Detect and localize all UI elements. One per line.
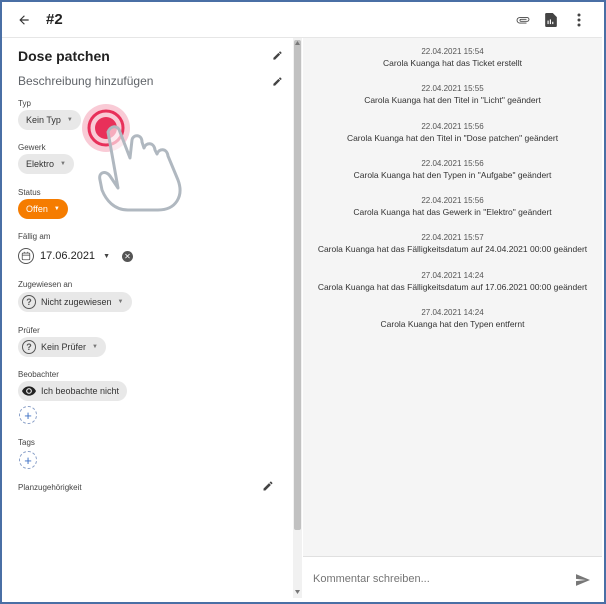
log-entry: 27.04.2021 14:24 Carola Kuanga hat das F… [303, 271, 602, 292]
calendar-clock-icon [18, 248, 34, 264]
log-text: Carola Kuanga hat den Typen entfernt [380, 319, 525, 329]
tags-label: Tags [18, 438, 35, 447]
chevron-down-icon: ▼ [66, 117, 73, 123]
observer-label: Beobachter [18, 370, 59, 379]
description-field[interactable]: Beschreibung hinzufügen [18, 74, 153, 88]
status-label: Status [18, 188, 41, 197]
log-entry: 22.04.2021 15:54 Carola Kuanga hat das T… [303, 47, 602, 68]
plus-icon: + [24, 407, 32, 423]
question-circle-icon: ? [22, 295, 36, 309]
plus-icon: + [24, 452, 32, 468]
pencil-icon [263, 481, 273, 491]
pdf-file-icon [545, 12, 557, 27]
assigned-label: Zugewiesen an [18, 280, 73, 289]
question-circle-icon: ? [22, 340, 36, 354]
ticket-header: #2 [2, 2, 602, 38]
edit-plan-button[interactable] [262, 479, 274, 491]
status-value: Offen [26, 204, 48, 214]
due-label: Fällig am [18, 232, 51, 241]
pdf-export-button[interactable] [544, 12, 558, 27]
chevron-down-icon: ▼ [117, 299, 124, 305]
edit-title-button[interactable] [272, 48, 284, 60]
status-chip[interactable]: Offen ▼ [18, 199, 68, 219]
reviewer-value: Kein Prüfer [41, 342, 87, 352]
log-timestamp: 22.04.2021 15:56 [421, 159, 484, 168]
reviewer-chip[interactable]: ? Kein Prüfer ▼ [18, 337, 106, 357]
ticket-number: #2 [46, 11, 63, 28]
arrow-left-icon [19, 14, 29, 25]
reviewer-label: Prüfer [18, 326, 40, 335]
log-timestamp: 27.04.2021 14:24 [421, 308, 484, 317]
due-date-value: 17.06.2021 [40, 250, 96, 262]
close-circle-icon[interactable]: ✕ [122, 250, 133, 262]
chevron-down-icon: ▼ [92, 344, 98, 350]
due-date-picker[interactable]: 17.06.2021 ▼ ✕ [18, 246, 133, 266]
log-entry: 22.04.2021 15:55 Carola Kuanga hat den T… [303, 84, 602, 105]
observer-chip[interactable]: Ich beobachte nicht [18, 381, 128, 401]
type-label: Typ [18, 99, 31, 108]
log-timestamp: 22.04.2021 15:56 [421, 122, 484, 131]
log-entry: 22.04.2021 15:56 Carola Kuanga hat den T… [303, 159, 602, 180]
ticket-title: Dose patchen [18, 48, 110, 64]
ticket-details-panel: Dose patchen Beschreibung hinzufügen Typ… [4, 38, 296, 598]
attach-button[interactable] [516, 13, 530, 27]
paperclip-icon [516, 16, 530, 23]
send-icon [576, 573, 590, 586]
more-menu-button[interactable] [572, 13, 586, 27]
log-text: Carola Kuanga hat das Gewerk in "Elektro… [353, 207, 552, 217]
assigned-value: Nicht zugewiesen [41, 297, 112, 307]
more-vert-icon [577, 13, 581, 26]
edit-description-button[interactable] [272, 74, 284, 86]
send-button[interactable] [576, 573, 590, 586]
assigned-chip[interactable]: ? Nicht zugewiesen ▼ [18, 292, 132, 312]
trade-label: Gewerk [18, 143, 46, 152]
add-observer-button[interactable]: + [19, 406, 37, 424]
log-entry: 22.04.2021 15:56 Carola Kuanga hat den T… [303, 122, 602, 143]
comment-bar [303, 556, 602, 600]
trade-chip[interactable]: Elektro ▼ [18, 154, 74, 174]
pencil-icon [273, 51, 282, 60]
scroll-up-icon[interactable] [294, 40, 301, 46]
log-text: Carola Kuanga hat das Fälligkeitsdatum a… [317, 282, 588, 292]
scrollbar-thumb[interactable] [294, 40, 301, 530]
log-timestamp: 22.04.2021 15:54 [421, 47, 484, 56]
log-entry: 22.04.2021 15:57 Carola Kuanga hat das F… [303, 233, 602, 254]
activity-log: 22.04.2021 15:54 Carola Kuanga hat das T… [303, 38, 602, 556]
plan-label: Planzugehörigkeit [18, 483, 82, 492]
back-button[interactable] [16, 12, 32, 28]
log-timestamp: 27.04.2021 14:24 [421, 271, 484, 280]
eye-icon [22, 386, 36, 396]
log-timestamp: 22.04.2021 15:56 [421, 196, 484, 205]
comment-input[interactable] [313, 572, 553, 585]
observer-value: Ich beobachte nicht [41, 386, 120, 396]
log-entry: 22.04.2021 15:56 Carola Kuanga hat das G… [303, 196, 602, 217]
log-timestamp: 22.04.2021 15:55 [421, 84, 484, 93]
log-text: Carola Kuanga hat das Ticket erstellt [383, 58, 522, 68]
log-entry: 27.04.2021 14:24 Carola Kuanga hat den T… [303, 308, 602, 329]
trade-value: Elektro [26, 159, 55, 169]
add-tag-button[interactable]: + [19, 451, 37, 469]
log-text: Carola Kuanga hat den Typen in "Aufgabe"… [353, 170, 552, 180]
chevron-down-icon: ▼ [53, 206, 60, 212]
log-text: Carola Kuanga hat den Titel in "Licht" g… [364, 95, 541, 105]
type-value: Kein Typ [26, 115, 61, 125]
log-timestamp: 22.04.2021 15:57 [421, 233, 484, 242]
log-text: Carola Kuanga hat den Titel in "Dose pat… [346, 133, 559, 143]
log-text: Carola Kuanga hat das Fälligkeitsdatum a… [317, 244, 588, 254]
chevron-down-icon: ▼ [60, 161, 66, 167]
scroll-down-icon[interactable] [294, 589, 301, 595]
type-chip[interactable]: Kein Typ ▼ [18, 110, 81, 130]
pencil-icon [273, 77, 282, 86]
chevron-down-icon[interactable]: ▼ [103, 253, 110, 260]
